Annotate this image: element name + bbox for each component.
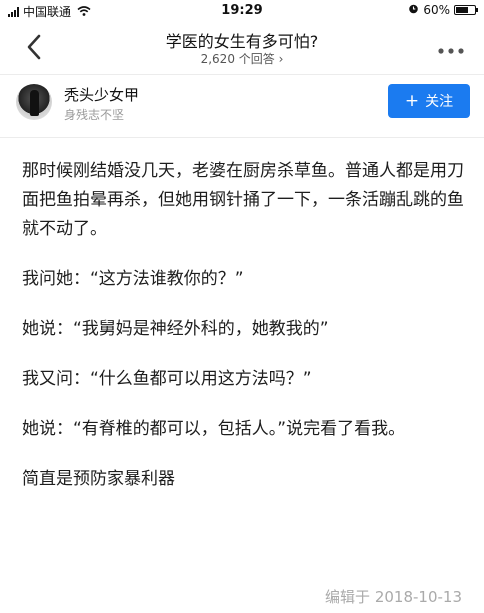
battery-percent: 60%	[423, 3, 450, 17]
follow-label: 关注	[425, 94, 454, 110]
answer-paragraph: 那时候刚结婚没几天，老婆在厨房杀草鱼。普通人都是用刀面把鱼拍晕再杀，但她用钢针捅…	[22, 161, 464, 239]
answer-count-link[interactable]: 2,620 个回答 ›	[0, 50, 484, 67]
avatar[interactable]	[16, 84, 52, 120]
battery-icon	[454, 5, 478, 15]
status-bar: 中国联通 19:29 60%	[0, 0, 484, 22]
answer-paragraph: 简直是预防家暴利器	[22, 469, 175, 489]
author-divider	[0, 137, 484, 138]
alarm-icon	[408, 3, 419, 17]
nav-bar: 学医的女生有多可怕? 2,620 个回答 ›	[0, 22, 484, 72]
answer-paragraph: 我问她：“这方法谁教你的？”	[22, 269, 244, 289]
plus-icon: +	[404, 91, 420, 111]
author-row: 秃头少女甲 身残志不坚 + 关注	[0, 78, 484, 138]
answer-paragraph: 她说：“有脊椎的都可以，包括人。”说完看了看我。	[22, 419, 406, 439]
status-right: 60%	[408, 3, 478, 17]
answer-paragraph: 她说：“我舅妈是神经外科的，她教我的”	[22, 319, 329, 339]
more-options-button[interactable]	[438, 36, 464, 61]
author-bio: 身残志不坚	[64, 108, 125, 122]
author-name[interactable]: 秃头少女甲	[64, 84, 139, 105]
nav-divider	[0, 74, 484, 75]
answer-paragraph: 我又问：“什么鱼都可以用这方法吗？”	[22, 369, 312, 389]
edited-timestamp: 编辑于 2018-10-13	[325, 588, 462, 606]
answer-body: 那时候刚结婚没几天，老婆在厨房杀草鱼。普通人都是用刀面把鱼拍晕再杀，但她用钢针捅…	[22, 157, 468, 515]
more-icon	[438, 48, 464, 54]
follow-button[interactable]: + 关注	[388, 84, 470, 118]
question-title[interactable]: 学医的女生有多可怕?	[0, 28, 484, 52]
